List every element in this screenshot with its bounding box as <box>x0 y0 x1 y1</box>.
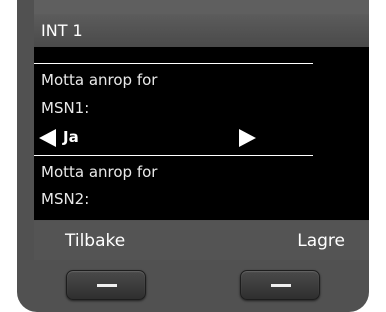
setting-label-line1: Motta anrop for <box>41 71 158 89</box>
setting-label-line1: Motta anrop for <box>41 163 158 181</box>
dash-icon <box>97 284 117 287</box>
softkey-bar: Tilbake Lagre <box>34 221 369 260</box>
save-softkey-label[interactable]: Lagre <box>297 231 345 251</box>
triangle-left-icon[interactable] <box>39 129 56 147</box>
triangle-right-icon[interactable] <box>239 129 256 147</box>
setting-label-line2: MSN2: <box>41 190 90 208</box>
divider <box>34 63 313 64</box>
page-title: INT 1 <box>41 21 83 40</box>
msn1-value-selector[interactable]: Ja <box>39 126 279 150</box>
left-softkey-button[interactable] <box>66 270 146 300</box>
right-softkey-button[interactable] <box>240 270 320 300</box>
title-bar <box>34 0 369 47</box>
setting-value: Ja <box>63 128 79 146</box>
divider <box>34 155 313 156</box>
back-softkey-label[interactable]: Tilbake <box>65 231 125 251</box>
display-screen: INT 1 Motta anrop for MSN1: Ja Motta anr… <box>34 0 369 220</box>
setting-label-line2: MSN1: <box>41 99 90 117</box>
phone-display-bezel: INT 1 Motta anrop for MSN1: Ja Motta anr… <box>17 0 369 312</box>
dash-icon <box>271 284 291 287</box>
